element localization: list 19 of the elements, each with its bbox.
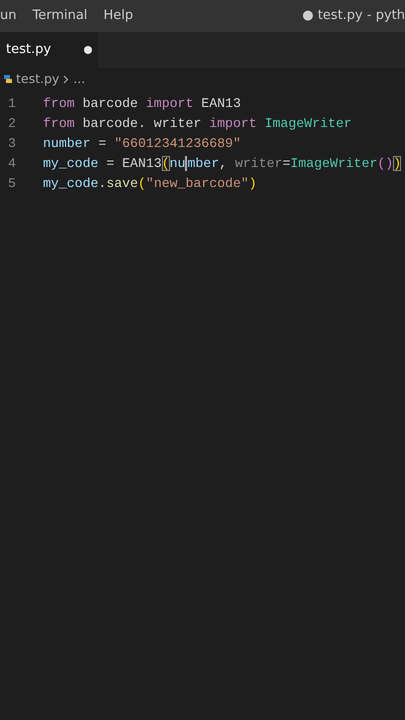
code-line: my_code = EAN13(nu mber, writer=ImageWriter()): [43, 155, 402, 173]
code-line: from barcode import EAN13: [43, 95, 241, 113]
code-line: my_code.save("new_barcode"): [43, 175, 257, 193]
menu-item[interactable]: un: [0, 6, 24, 26]
breadcrumb-item[interactable]: test.py: [16, 70, 60, 88]
code-line: number = "66012341236689": [43, 135, 241, 153]
code-line: from barcode. writer import ImageWriter: [43, 115, 352, 133]
line-number: 1: [7, 95, 17, 113]
editor-tab[interactable]: test.py: [0, 32, 98, 68]
menu-item[interactable]: Terminal: [24, 6, 96, 26]
line-number: 2: [7, 115, 17, 133]
window-title: ● test.py - pyth: [302, 7, 405, 26]
menu-item[interactable]: Help: [95, 6, 142, 26]
chevron-icon: [63, 74, 70, 84]
line-number: 4: [7, 155, 17, 173]
breadcrumb-item[interactable]: ...: [73, 70, 86, 88]
line-number: 5: [7, 175, 17, 193]
line-number: 3: [7, 135, 17, 153]
python-file-icon: [4, 74, 12, 84]
